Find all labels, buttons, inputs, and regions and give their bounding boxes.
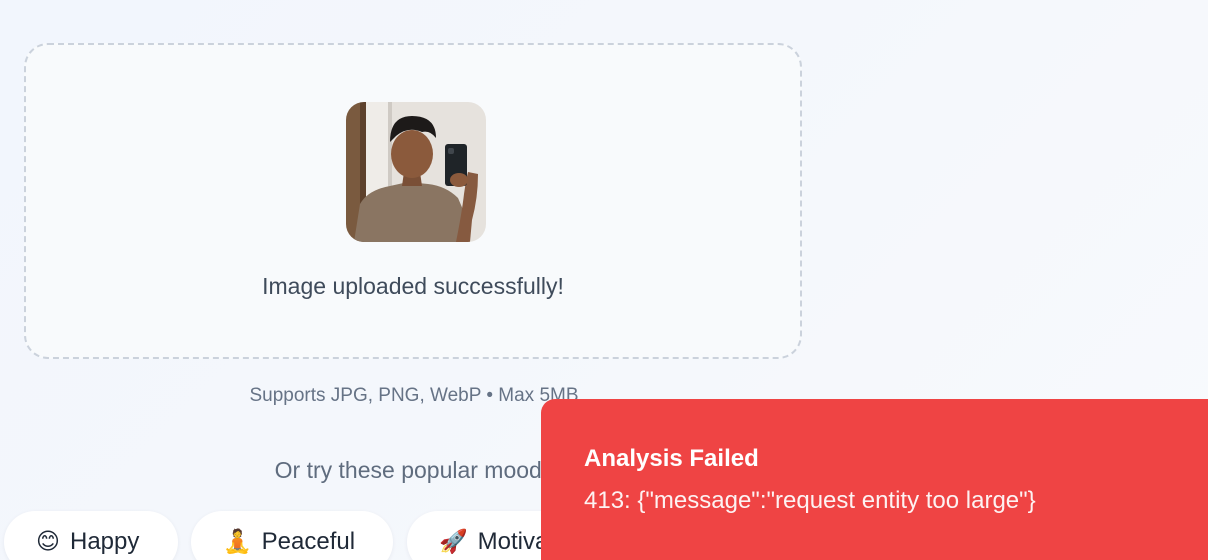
toast-title: Analysis Failed xyxy=(584,445,759,472)
meditation-icon: 🧘 xyxy=(223,528,252,554)
smiling-face-icon: 😊 xyxy=(36,528,60,554)
uploaded-image-preview xyxy=(346,102,486,242)
mood-chip-label: Peaceful xyxy=(261,528,356,555)
image-upload-dropzone[interactable]: Image uploaded successfully! xyxy=(24,43,802,359)
upload-success-message: Image uploaded successfully! xyxy=(262,273,564,299)
rocket-icon: 🚀 xyxy=(439,528,468,554)
toast-message: 413: {"message":"request entity too larg… xyxy=(584,487,1036,514)
error-toast[interactable]: Analysis Failed 413: {"message":"request… xyxy=(541,399,1208,560)
mood-chip-peaceful[interactable]: 🧘 Peaceful xyxy=(191,511,393,560)
mood-chip-happy[interactable]: 😊 Happy xyxy=(4,511,178,560)
mood-chip-label: Happy xyxy=(69,528,140,555)
